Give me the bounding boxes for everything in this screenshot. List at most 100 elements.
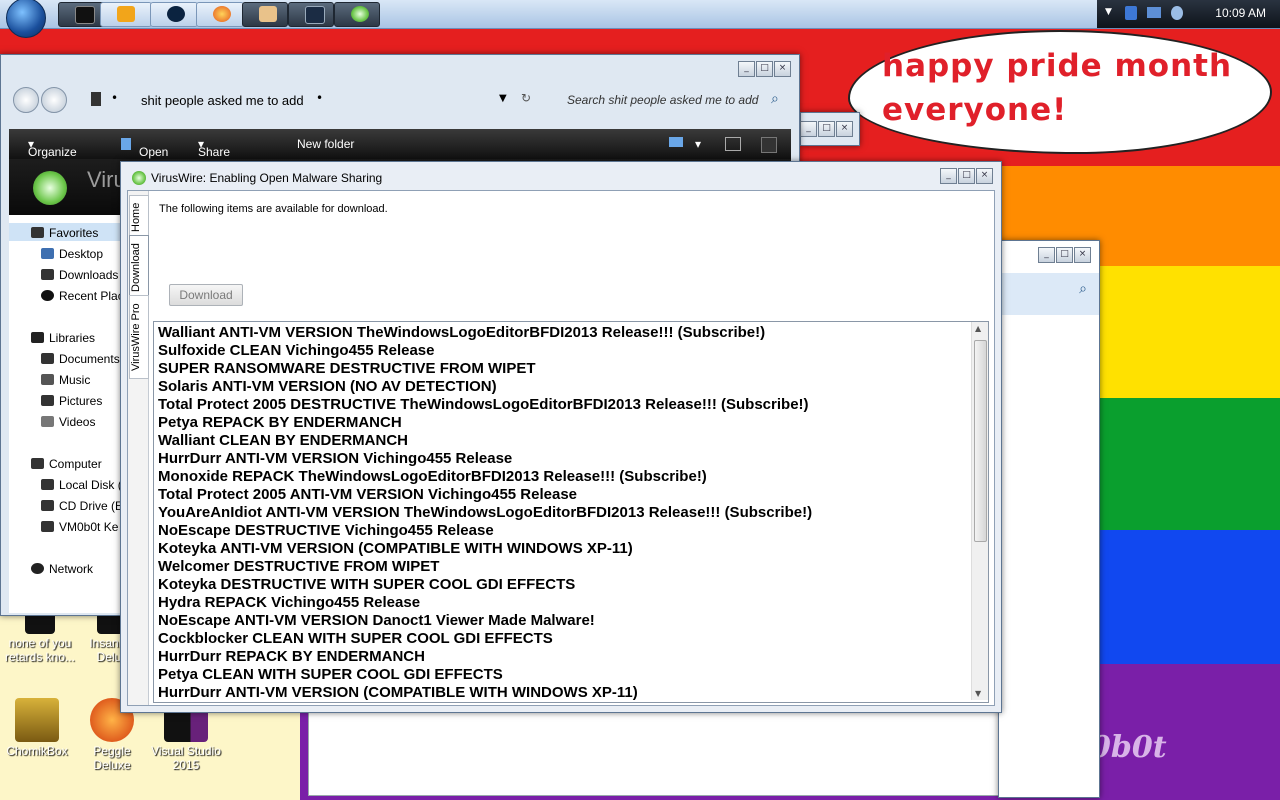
taskbar-firefox[interactable] bbox=[196, 2, 244, 27]
recent-places-icon bbox=[41, 290, 54, 301]
folder-path-icon bbox=[91, 92, 101, 106]
nav-documents[interactable]: Documents bbox=[41, 352, 120, 366]
breadcrumb[interactable]: shit people asked me to add bbox=[141, 93, 304, 108]
malware-list-item[interactable]: HurrDurr ANTI-VM VERSION Vichingo455 Rel… bbox=[158, 450, 988, 468]
maximize-button[interactable]: □ bbox=[818, 121, 835, 137]
malware-list-item[interactable]: Cockblocker CLEAN WITH SUPER COOL GDI EF… bbox=[158, 630, 988, 648]
malware-list-item[interactable]: Hydra REPACK Vichingo455 Release bbox=[158, 594, 988, 612]
taskbar-viruswire[interactable] bbox=[334, 2, 380, 27]
back-button[interactable] bbox=[13, 87, 39, 113]
share-with-button[interactable]: Share with ▾ bbox=[198, 137, 230, 173]
nav-videos[interactable]: Videos bbox=[41, 415, 95, 429]
organize-button[interactable]: Organize ▾ bbox=[28, 137, 77, 159]
speech-bubble-text: happy pride month everyone! bbox=[882, 48, 1233, 128]
viruswire-client-area: Home Download VirusWire Pro The followin… bbox=[127, 190, 995, 706]
virus-wire-icon bbox=[351, 6, 369, 22]
nav-pictures[interactable]: Pictures bbox=[41, 394, 102, 408]
minimize-button[interactable]: _ bbox=[1038, 247, 1055, 263]
taskbar-user[interactable] bbox=[242, 2, 288, 27]
malware-list-item[interactable]: Solaris ANTI-VM VERSION (NO AV DETECTION… bbox=[158, 378, 988, 396]
tray-overflow-icon[interactable]: ▼ bbox=[1105, 7, 1112, 17]
background-window-right: _ □ × ⌕ bbox=[998, 240, 1100, 798]
maximize-button[interactable]: □ bbox=[958, 168, 975, 184]
malware-list-item[interactable]: NoEscape DESTRUCTIVE Vichingo455 Release bbox=[158, 522, 988, 540]
search-icon[interactable]: ⌕ bbox=[1079, 281, 1087, 297]
nav-local-disk[interactable]: Local Disk ( bbox=[41, 478, 122, 492]
nav-recent-places[interactable]: Recent Plac bbox=[41, 289, 124, 303]
scroll-thumb[interactable] bbox=[974, 340, 987, 542]
malware-list-item[interactable]: YouAreAnIdiot ANTI-VM VERSION TheWindows… bbox=[158, 504, 988, 522]
malware-list-item[interactable]: HurrDurr REPACK BY ENDERMANCH bbox=[158, 648, 988, 666]
scroll-up-icon[interactable]: ▲ bbox=[975, 324, 981, 333]
nav-favorites[interactable]: Favorites bbox=[31, 226, 98, 240]
malware-list-item[interactable]: Koteyka ANTI-VM VERSION (COMPATIBLE WITH… bbox=[158, 540, 988, 558]
caption-buttons: _ □ × bbox=[940, 168, 993, 184]
nav-music[interactable]: Music bbox=[41, 373, 90, 387]
malware-list-item[interactable]: SUPER RANSOMWARE DESTRUCTIVE FROM WIPET bbox=[158, 360, 988, 378]
caption-buttons: _ □ × bbox=[738, 61, 791, 77]
view-icon[interactable] bbox=[669, 137, 683, 147]
volume-icon[interactable] bbox=[1171, 6, 1183, 20]
malware-list-item[interactable]: HurrDurr ANTI-VM VERSION (COMPATIBLE WIT… bbox=[158, 684, 988, 702]
firefox-icon bbox=[213, 6, 231, 22]
wallpaper-watermark: 0b0t bbox=[1090, 730, 1167, 765]
nav-vm-drive[interactable]: VM0b0t Ke bbox=[41, 520, 118, 534]
view-dropdown-icon[interactable]: ▾ bbox=[695, 137, 701, 151]
taskbar-monitor[interactable] bbox=[288, 2, 334, 27]
vertical-scrollbar[interactable]: ▲ ▼ bbox=[971, 322, 988, 700]
videos-icon bbox=[41, 416, 54, 427]
malware-list-item[interactable]: Total Protect 2005 DESTRUCTIVE TheWindow… bbox=[158, 396, 988, 414]
malware-list-item[interactable]: Koteyka DESTRUCTIVE WITH SUPER COOL GDI … bbox=[158, 576, 988, 594]
taskbar-sphere[interactable] bbox=[150, 2, 198, 27]
network-status-icon[interactable] bbox=[1147, 7, 1161, 18]
maximize-button[interactable]: □ bbox=[756, 61, 773, 77]
scroll-down-icon[interactable]: ▼ bbox=[975, 689, 981, 698]
tab-download[interactable]: Download bbox=[129, 235, 149, 301]
malware-list-item[interactable]: Walliant CLEAN BY ENDERMANCH bbox=[158, 432, 988, 450]
clock[interactable]: 10:09 AM bbox=[1215, 6, 1266, 20]
malware-list-item[interactable]: Petya REPACK BY ENDERMANCH bbox=[158, 414, 988, 432]
monitor-icon bbox=[305, 6, 325, 24]
tab-viruswire-pro[interactable]: VirusWire Pro bbox=[129, 295, 149, 379]
close-button[interactable]: × bbox=[1074, 247, 1091, 263]
malware-list-item[interactable]: Monoxide REPACK TheWindowsLogoEditorBFDI… bbox=[158, 468, 988, 486]
nav-cd-drive[interactable]: CD Drive (E bbox=[41, 499, 123, 513]
malware-list-item[interactable]: Walliant ANTI-VM VERSION TheWindowsLogoE… bbox=[158, 324, 988, 342]
nav-desktop[interactable]: Desktop bbox=[41, 247, 103, 261]
minimize-button[interactable]: _ bbox=[738, 61, 755, 77]
minimize-button[interactable]: _ bbox=[940, 168, 957, 184]
malware-list-item[interactable]: NoEscape ANTI-VM VERSION Danoct1 Viewer … bbox=[158, 612, 988, 630]
preview-pane-icon[interactable] bbox=[725, 137, 741, 151]
nav-computer[interactable]: Computer bbox=[31, 457, 102, 471]
nav-libraries[interactable]: Libraries bbox=[31, 331, 95, 345]
tab-home[interactable]: Home bbox=[129, 195, 149, 239]
help-icon[interactable] bbox=[761, 137, 777, 153]
malware-list[interactable]: Walliant ANTI-VM VERSION TheWindowsLogoE… bbox=[153, 321, 989, 703]
open-button[interactable]: Open bbox=[121, 137, 168, 159]
viruswire-window: VirusWire: Enabling Open Malware Sharing… bbox=[120, 161, 1002, 713]
forward-button[interactable] bbox=[41, 87, 67, 113]
close-button[interactable]: × bbox=[836, 121, 853, 137]
nav-network[interactable]: Network bbox=[31, 562, 93, 576]
maximize-button[interactable]: □ bbox=[1056, 247, 1073, 263]
system-tray: ▼ 10:09 AM bbox=[1097, 0, 1280, 28]
nav-downloads[interactable]: Downloads bbox=[41, 268, 118, 282]
refresh-icon[interactable]: ↻ bbox=[521, 91, 531, 105]
command-bar: Organize ▾ Open Share with ▾ New folder … bbox=[9, 129, 791, 173]
drive-icon bbox=[41, 479, 54, 490]
address-dropdown-icon[interactable]: ▼ bbox=[499, 93, 507, 104]
malware-list-item[interactable]: Welcomer DESTRUCTIVE FROM WIPET bbox=[158, 558, 988, 576]
close-button[interactable]: × bbox=[774, 61, 791, 77]
search-icon[interactable]: ⌕ bbox=[771, 91, 779, 107]
taskbar-media-player[interactable] bbox=[100, 2, 152, 27]
download-button[interactable]: Download bbox=[169, 284, 243, 306]
malware-list-item[interactable]: Sulfoxide CLEAN Vichingo455 Release bbox=[158, 342, 988, 360]
desktop-icon-none-of-you[interactable]: none of you retards kno... bbox=[0, 612, 80, 664]
minimize-button[interactable]: _ bbox=[800, 121, 817, 137]
malware-list-item[interactable]: Total Protect 2005 ANTI-VM VERSION Vichi… bbox=[158, 486, 988, 504]
shield-icon[interactable] bbox=[1125, 6, 1137, 20]
new-folder-button[interactable]: New folder bbox=[297, 137, 354, 151]
desktop-icon-chomikbox[interactable]: ChomikBox bbox=[0, 698, 77, 758]
malware-list-item[interactable]: Petya CLEAN WITH SUPER COOL GDI EFFECTS bbox=[158, 666, 988, 684]
close-button[interactable]: × bbox=[976, 168, 993, 184]
